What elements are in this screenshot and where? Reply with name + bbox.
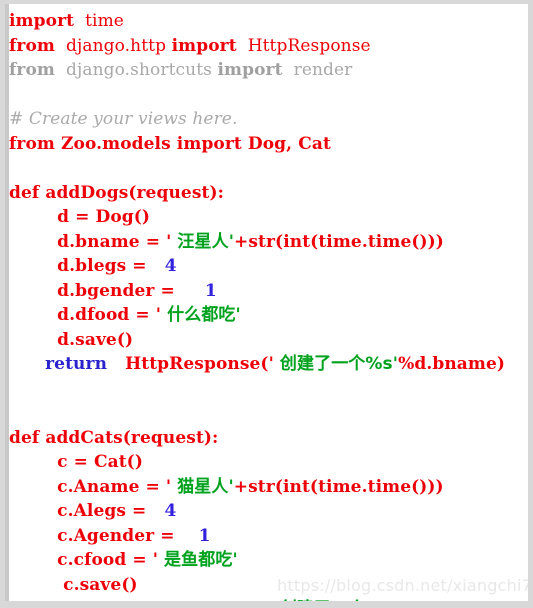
- code-line: c.cfood = ' 是鱼都吃': [9, 548, 528, 573]
- code-token: 4: [152, 256, 177, 276]
- code-token: import: [217, 60, 283, 80]
- code-line: c.Agender = 1: [9, 524, 528, 549]
- code-line: return HttpResponse(' 创建了一个%s'%d.bname): [9, 352, 528, 377]
- code-line: d.save(): [9, 328, 528, 353]
- code-token: c = Cat(): [9, 452, 143, 472]
- code-token: c.save(): [9, 574, 138, 595]
- code-line: d = Dog(): [9, 205, 528, 230]
- code-token: HttpResponse(': [125, 354, 274, 374]
- code-line: c.Alegs = 4: [9, 499, 528, 524]
- code-canvas: import time from django.http import HttpR…: [5, 4, 528, 601]
- code-block: import time from django.http import HttpR…: [9, 9, 528, 601]
- code-token: d.dfood = ': [9, 305, 162, 325]
- code-token: import: [9, 11, 75, 31]
- code-token: time: [85, 11, 124, 31]
- code-line: import time: [9, 9, 528, 34]
- code-line: d.blegs = 4: [9, 254, 528, 279]
- code-token: django.shortcuts: [66, 60, 218, 80]
- code-token: c.Aname = ': [9, 476, 172, 497]
- code-token: 是鱼都吃': [158, 550, 238, 570]
- code-token: return: [45, 599, 107, 601]
- watermark: https://blog.csdn.net/xiangchi7: [277, 576, 528, 595]
- code-line: c.Aname = ' 猫星人'+str(int(time.time())): [9, 475, 528, 500]
- code-token: def addCats(request):: [9, 427, 219, 448]
- code-line: def addDogs(request):: [9, 181, 528, 206]
- code-token: c.Alegs =: [9, 501, 153, 521]
- code-line: def addCats(request):: [9, 426, 528, 451]
- code-line: from django.http import HttpResponse: [9, 34, 528, 59]
- code-token: HttpResponse: [247, 35, 371, 56]
- code-token: c.cfood = ': [9, 550, 159, 570]
- code-token: c.Agender =: [9, 525, 181, 546]
- code-token: d = Dog(): [9, 207, 151, 227]
- code-token: +str(int(time.time())): [234, 231, 444, 252]
- image-frame: import time from django.http import HttpR…: [0, 0, 533, 608]
- code-token: 猫星人': [171, 476, 234, 497]
- code-token: HttpResponse(: [125, 599, 268, 601]
- code-token: from: [9, 60, 55, 80]
- code-token: '创建了一个%s': [269, 599, 398, 601]
- code-line: c = Cat(): [9, 450, 528, 475]
- code-token: %d.bname): [398, 354, 506, 374]
- code-token: d.save(): [9, 329, 134, 350]
- code-token: from Zoo.models import Dog, Cat: [9, 133, 331, 154]
- code-token: 什么都吃': [161, 305, 241, 325]
- code-token: 1: [180, 280, 217, 301]
- code-token: def addDogs(request):: [9, 182, 224, 203]
- code-line: from Zoo.models import Dog, Cat: [9, 132, 528, 157]
- code-token: d.bgender =: [9, 280, 181, 301]
- code-line: d.dfood = ' 什么都吃': [9, 303, 528, 328]
- code-token: django.http: [66, 35, 172, 56]
- code-line: d.bgender = 1: [9, 279, 528, 304]
- code-line: d.bname = ' 汪星人'+str(int(time.time())): [9, 230, 528, 255]
- code-token: import: [171, 35, 237, 56]
- code-line: from django.shortcuts import render: [9, 58, 528, 83]
- code-token: d.blegs =: [9, 256, 153, 276]
- code-line: # Create your views here.: [9, 107, 528, 132]
- code-token: 4: [152, 501, 177, 521]
- code-token: from: [9, 35, 55, 56]
- code-token: return: [45, 354, 108, 374]
- code-token: 1: [180, 525, 211, 546]
- code-token: 创建了一个%s': [273, 354, 399, 374]
- code-token: %c.Aname ): [398, 599, 517, 601]
- code-token: 汪星人': [171, 231, 235, 252]
- code-token: +str(int(time.time())): [233, 476, 444, 497]
- code-token: d.bname = ': [9, 231, 172, 252]
- code-token: # Create your views here.: [9, 109, 238, 129]
- code-token: render: [293, 60, 353, 80]
- code-line: return HttpResponse( '创建了一个%s' %c.Aname …: [9, 597, 528, 601]
